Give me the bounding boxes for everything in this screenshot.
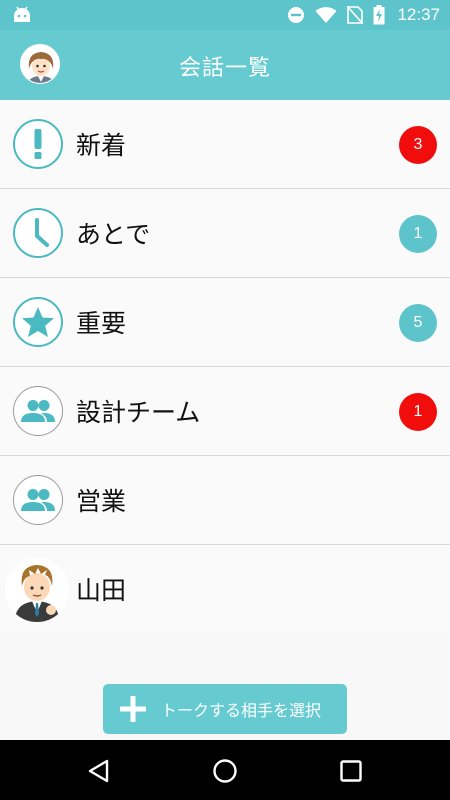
app-bar: 会話一覧	[0, 30, 450, 100]
list-item-label: 設計チーム	[76, 398, 201, 427]
list-item-sales[interactable]: 営業	[0, 456, 450, 545]
unread-badge: 3	[399, 126, 437, 164]
status-bar: 12:37	[0, 0, 450, 30]
list-item-yamada[interactable]: 山田	[0, 545, 450, 634]
system-nav-bar	[0, 740, 450, 800]
exclamation-icon	[13, 119, 63, 169]
list-item-label: あとで	[76, 220, 151, 249]
group-icon	[13, 386, 63, 436]
clock-icon	[13, 208, 63, 258]
wifi-icon	[315, 6, 337, 23]
person-avatar	[5, 558, 69, 622]
back-icon[interactable]	[86, 758, 112, 784]
plus-icon	[103, 696, 163, 722]
list-item-label: 営業	[76, 487, 127, 516]
unread-badge: 5	[399, 304, 437, 342]
star-icon	[13, 297, 63, 347]
battery-charging-icon	[373, 5, 385, 25]
select-talk-partner-button[interactable]: トークする相手を選択	[103, 684, 347, 734]
conversation-list: 新着 3 あとで 1 重要 5 設計チーム 1 営業 山田	[0, 100, 450, 634]
android-icon	[14, 6, 30, 22]
unread-badge: 1	[399, 215, 437, 253]
list-item-important[interactable]: 重要 5	[0, 278, 450, 367]
recents-icon[interactable]	[338, 758, 364, 784]
unread-badge: 1	[399, 393, 437, 431]
list-item-label: 新着	[76, 131, 127, 160]
group-icon	[13, 475, 63, 525]
list-item-later[interactable]: あとで 1	[0, 189, 450, 278]
page-title: 会話一覧	[178, 56, 271, 81]
list-item-new[interactable]: 新着 3	[0, 100, 450, 189]
list-item-design-team[interactable]: 設計チーム 1	[0, 367, 450, 456]
home-icon[interactable]	[212, 758, 238, 784]
status-time: 12:37	[397, 5, 440, 24]
list-item-label: 山田	[76, 576, 127, 605]
no-sim-icon	[347, 6, 364, 24]
do-not-disturb-icon	[288, 7, 305, 23]
select-talk-partner-label: トークする相手を選択	[161, 701, 322, 720]
list-item-label: 重要	[76, 309, 127, 338]
